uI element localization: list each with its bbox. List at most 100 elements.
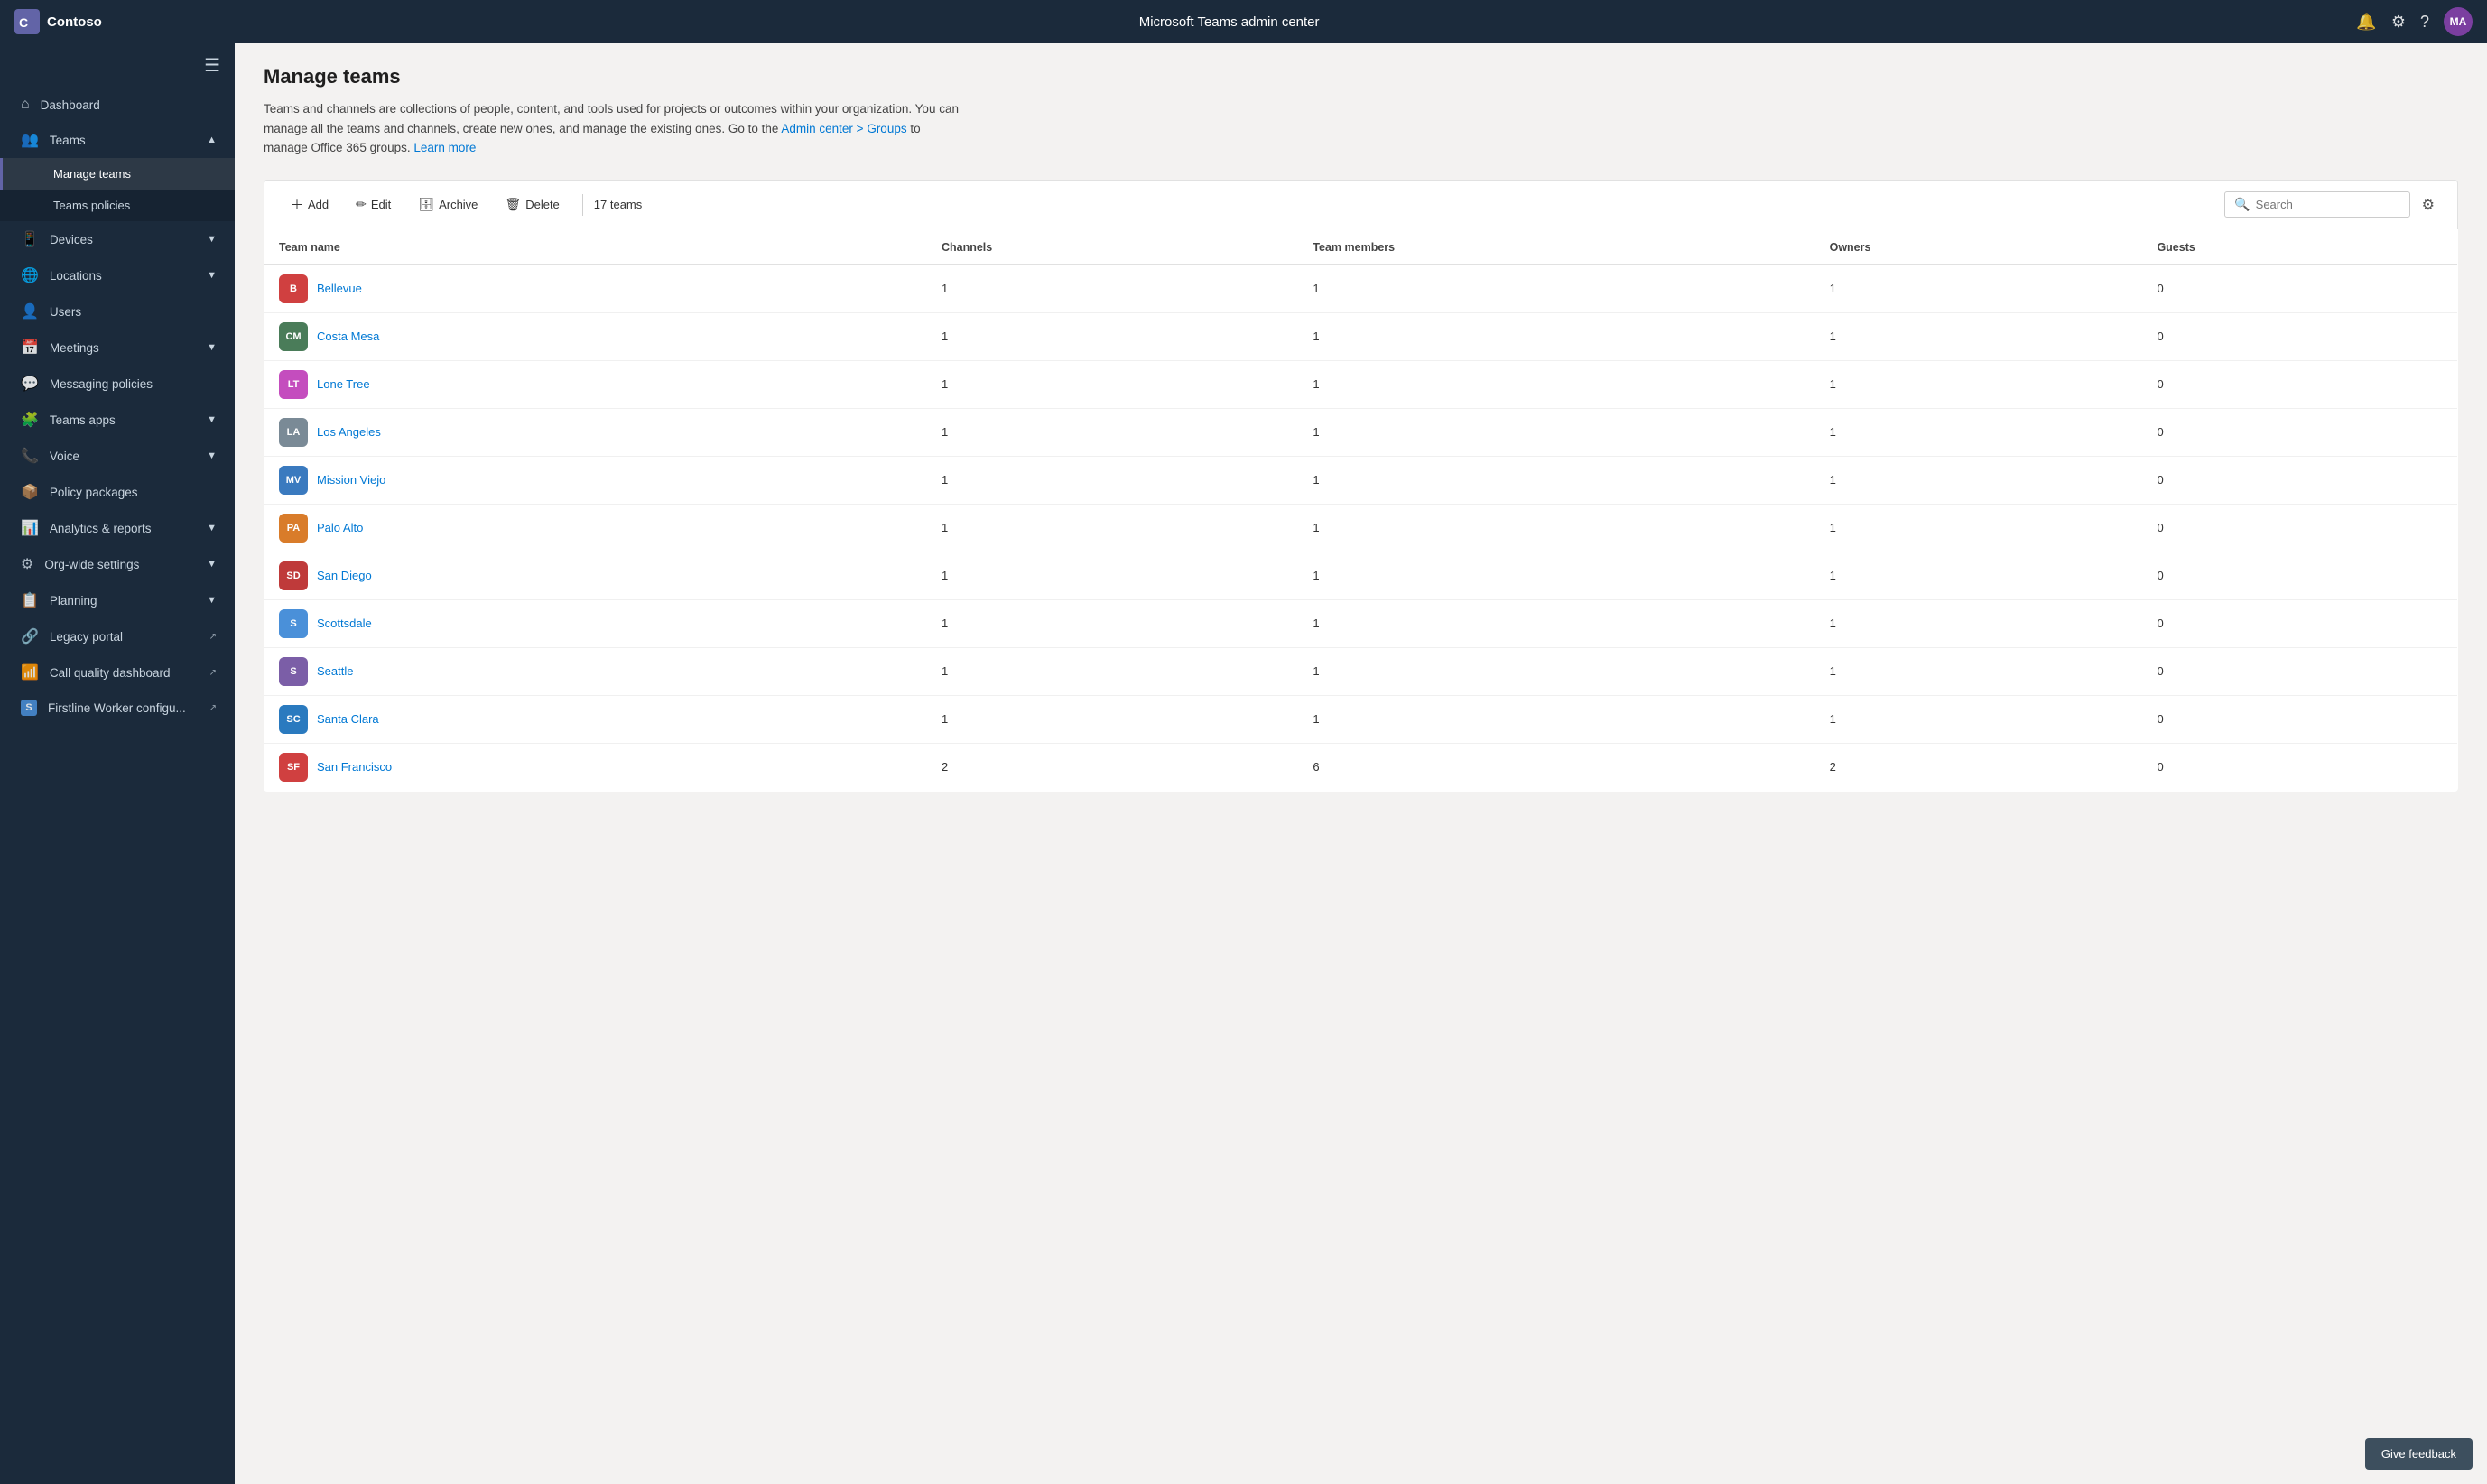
table-row: SD San Diego 1 1 1 0 — [264, 552, 2458, 599]
planning-icon: 📋 — [21, 591, 39, 609]
table-row: SC Santa Clara 1 1 1 0 — [264, 695, 2458, 743]
sidebar-label-devices: Devices — [50, 233, 196, 246]
analytics-icon: 📊 — [21, 519, 39, 537]
archive-button[interactable]: 🗄 Archive — [406, 190, 489, 218]
table-row: CM Costa Mesa 1 1 1 0 — [264, 312, 2458, 360]
add-button[interactable]: ＋ Add — [279, 190, 340, 220]
sidebar-item-users[interactable]: 👤 Users — [0, 293, 235, 329]
sidebar-item-teams-policies[interactable]: Teams policies — [0, 190, 235, 221]
hamburger-icon[interactable]: ☰ — [204, 54, 220, 77]
sidebar-label-planning: Planning — [50, 594, 196, 608]
notification-icon[interactable]: 🔔 — [2356, 13, 2376, 32]
team-channels: 1 — [927, 456, 1298, 504]
sidebar-label-messaging-policies: Messaging policies — [50, 377, 217, 391]
sidebar-item-voice[interactable]: 📞 Voice ▼ — [0, 438, 235, 474]
table-header-row: Team name Channels Team members Owners G… — [264, 229, 2458, 264]
logo: C Contoso — [14, 9, 102, 34]
sidebar-label-analytics-reports: Analytics & reports — [50, 522, 196, 535]
sidebar-item-manage-teams[interactable]: Manage teams — [0, 158, 235, 190]
sidebar-item-planning[interactable]: 📋 Planning ▼ — [0, 582, 235, 618]
sidebar-item-meetings[interactable]: 📅 Meetings ▼ — [0, 329, 235, 366]
table-row: LT Lone Tree 1 1 1 0 — [264, 360, 2458, 408]
page-description: Teams and channels are collections of pe… — [264, 99, 968, 158]
team-members: 1 — [1298, 552, 1814, 599]
team-name-cell: LA Los Angeles — [264, 408, 927, 456]
team-name-link[interactable]: Bellevue — [317, 282, 362, 295]
team-members: 1 — [1298, 647, 1814, 695]
toolbar-divider — [582, 194, 583, 216]
team-avatar: B — [279, 274, 308, 303]
team-name-link[interactable]: Los Angeles — [317, 425, 381, 439]
team-name-link[interactable]: Lone Tree — [317, 377, 370, 391]
app-title: Microsoft Teams admin center — [113, 14, 2346, 30]
user-avatar[interactable]: MA — [2444, 7, 2473, 36]
team-owners: 1 — [1815, 504, 2143, 552]
sidebar-label-firstline-worker: Firstline Worker configu... — [48, 701, 199, 715]
delete-button[interactable]: 🗑 Delete — [493, 190, 571, 218]
team-name-link[interactable]: Seattle — [317, 664, 353, 678]
learn-more-link[interactable]: Learn more — [413, 141, 476, 154]
logo-icon: C — [14, 9, 40, 34]
page-content-area: Manage teams Teams and channels are coll… — [235, 43, 2487, 1484]
team-name-link[interactable]: San Francisco — [317, 760, 392, 774]
team-name-cell: B Bellevue — [264, 264, 927, 312]
sidebar-label-users: Users — [50, 305, 217, 319]
team-name-link[interactable]: Santa Clara — [317, 712, 379, 726]
team-guests: 0 — [2142, 552, 2457, 599]
table-row: S Scottsdale 1 1 1 0 — [264, 599, 2458, 647]
team-name-cell: SD San Diego — [264, 552, 927, 599]
sidebar-item-analytics-reports[interactable]: 📊 Analytics & reports ▼ — [0, 510, 235, 546]
table-row: MV Mission Viejo 1 1 1 0 — [264, 456, 2458, 504]
sidebar-label-policy-packages: Policy packages — [50, 486, 217, 499]
sidebar-item-messaging-policies[interactable]: 💬 Messaging policies — [0, 366, 235, 402]
table-row: SF San Francisco 2 6 2 0 — [264, 743, 2458, 791]
team-name-link[interactable]: Costa Mesa — [317, 329, 379, 343]
settings-icon[interactable]: ⚙ — [2391, 13, 2406, 32]
team-name-link[interactable]: Mission Viejo — [317, 473, 385, 487]
team-avatar: MV — [279, 466, 308, 495]
col-team-name: Team name — [264, 229, 927, 264]
team-name-cell: LT Lone Tree — [264, 360, 927, 408]
sidebar-item-teams-apps[interactable]: 🧩 Teams apps ▼ — [0, 402, 235, 438]
sidebar-item-org-wide-settings[interactable]: ⚙ Org-wide settings ▼ — [0, 546, 235, 582]
sidebar-item-firstline-worker[interactable]: S Firstline Worker configu... ↗ — [0, 691, 235, 725]
messaging-icon: 💬 — [21, 375, 39, 393]
team-avatar: S — [279, 657, 308, 686]
team-members: 6 — [1298, 743, 1814, 791]
sidebar-item-policy-packages[interactable]: 📦 Policy packages — [0, 474, 235, 510]
sidebar-label-voice: Voice — [50, 450, 196, 463]
team-owners: 1 — [1815, 264, 2143, 312]
team-name-link[interactable]: San Diego — [317, 569, 372, 582]
col-channels: Channels — [927, 229, 1298, 264]
admin-center-groups-link[interactable]: Admin center > Groups — [781, 122, 906, 135]
locations-chevron: ▼ — [207, 270, 217, 281]
team-avatar: SC — [279, 705, 308, 734]
sidebar-item-locations[interactable]: 🌐 Locations ▼ — [0, 257, 235, 293]
sidebar-header: ☰ — [0, 43, 235, 88]
meetings-icon: 📅 — [21, 339, 39, 357]
team-channels: 1 — [927, 695, 1298, 743]
help-icon[interactable]: ? — [2420, 13, 2429, 32]
column-settings-button[interactable]: ⚙ — [2414, 190, 2443, 220]
delete-label: Delete — [525, 198, 560, 211]
team-owners: 1 — [1815, 408, 2143, 456]
sidebar-item-dashboard[interactable]: ⌂ Dashboard — [0, 88, 235, 122]
team-members: 1 — [1298, 504, 1814, 552]
give-feedback-button[interactable]: Give feedback — [2365, 1438, 2473, 1470]
team-members: 1 — [1298, 360, 1814, 408]
sidebar-item-teams[interactable]: 👥 Teams ▲ — [0, 122, 235, 158]
team-name-link[interactable]: Palo Alto — [317, 521, 363, 534]
team-name-link[interactable]: Scottsdale — [317, 617, 372, 630]
sidebar-item-call-quality[interactable]: 📶 Call quality dashboard ↗ — [0, 654, 235, 691]
team-owners: 1 — [1815, 552, 2143, 599]
sidebar-item-legacy-portal[interactable]: 🔗 Legacy portal ↗ — [0, 618, 235, 654]
meetings-chevron: ▼ — [207, 342, 217, 353]
search-input[interactable] — [2256, 198, 2400, 211]
edit-button[interactable]: ✏ Edit — [344, 190, 403, 218]
team-avatar: SD — [279, 561, 308, 590]
sidebar-label-dashboard: Dashboard — [41, 98, 217, 112]
team-avatar: PA — [279, 514, 308, 543]
add-label: Add — [308, 198, 329, 211]
sidebar-item-devices[interactable]: 📱 Devices ▼ — [0, 221, 235, 257]
delete-icon: 🗑 — [505, 197, 521, 212]
